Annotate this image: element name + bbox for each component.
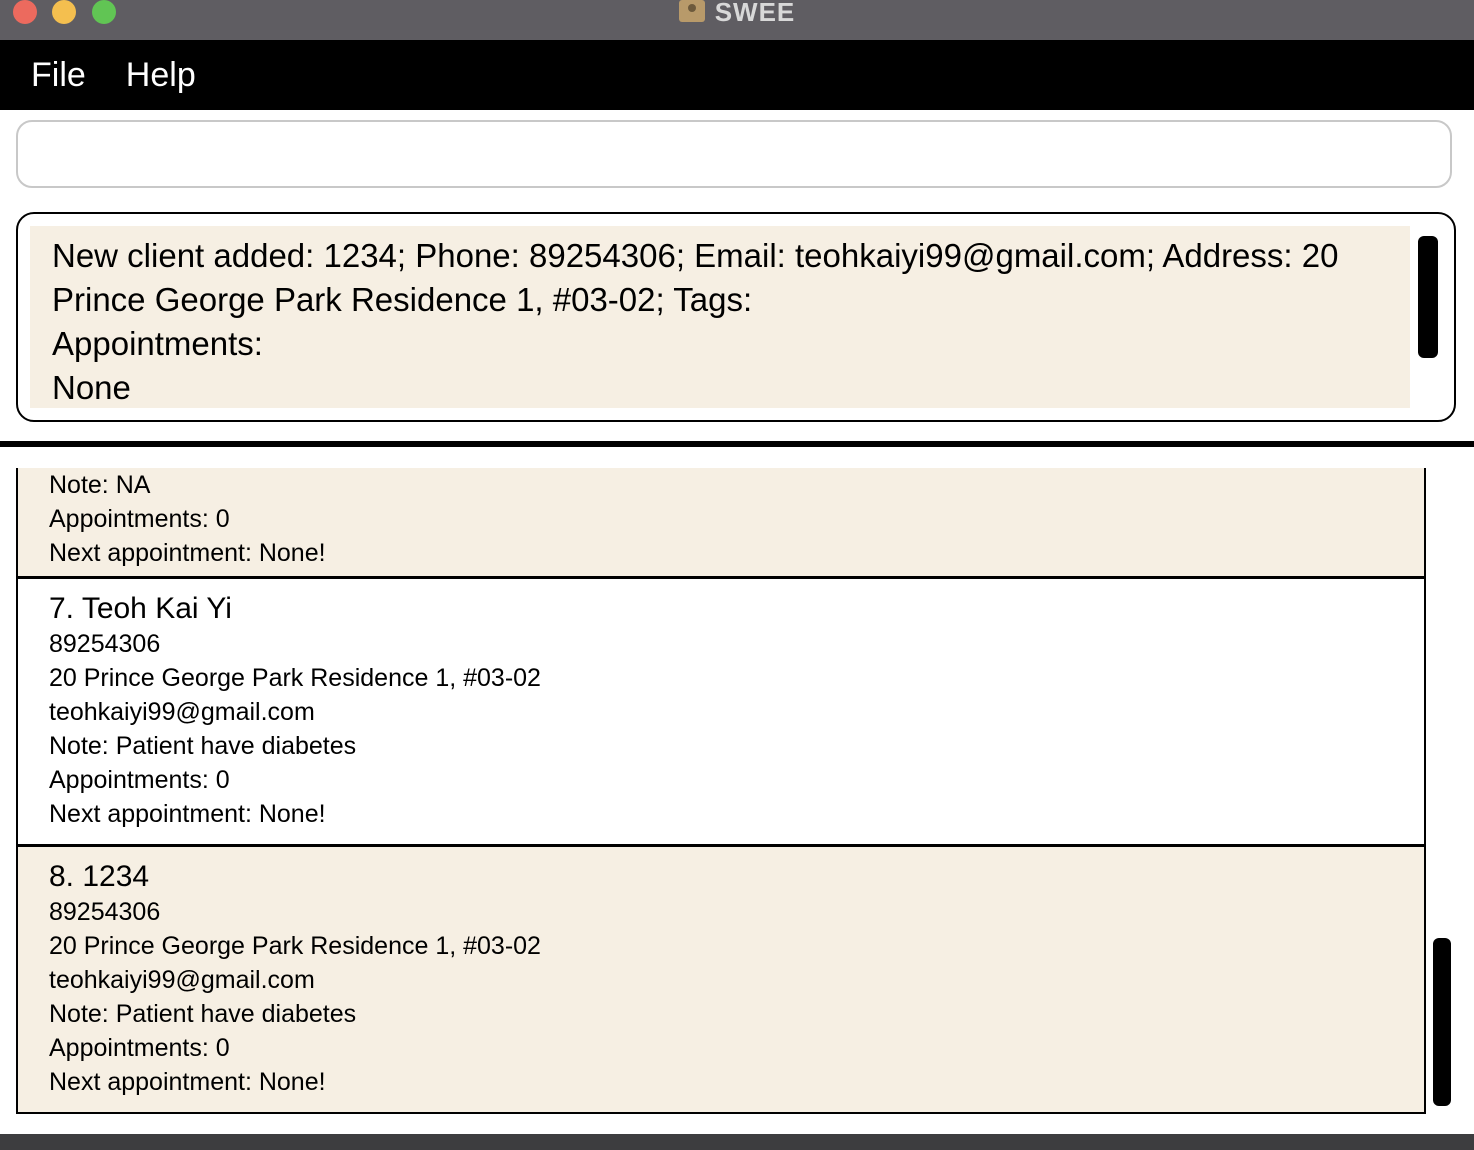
result-scrollbar[interactable] [1418, 236, 1438, 358]
client-card-8[interactable]: 8. 1234 89254306 20 Prince George Park R… [18, 847, 1424, 1112]
menu-file[interactable]: File [31, 56, 86, 95]
client-email: teohkaiyi99@gmail.com [49, 698, 315, 726]
client-card-7[interactable]: 7. Teoh Kai Yi 89254306 20 Prince George… [18, 579, 1424, 844]
client-note: Note: NA [49, 471, 151, 499]
command-input[interactable] [18, 122, 1450, 186]
client-list-scrollbar[interactable] [1433, 938, 1451, 1106]
client-name: 8. 1234 [49, 860, 150, 893]
client-address: 20 Prince George Park Residence 1, #03-0… [49, 932, 541, 960]
client-address: 20 Prince George Park Residence 1, #03-0… [49, 664, 541, 692]
command-box [16, 120, 1452, 188]
client-appointments: Appointments: 0 [49, 1034, 230, 1062]
client-note: Note: Patient have diabetes [49, 1000, 357, 1028]
client-list: Note: NA Appointments: 0 Next appointmen… [16, 468, 1426, 1114]
client-email: teohkaiyi99@gmail.com [49, 966, 315, 994]
client-appointments: Appointments: 0 [49, 766, 230, 794]
result-display: New client added: 1234; Phone: 89254306;… [16, 212, 1456, 422]
client-name: 7. Teoh Kai Yi [49, 592, 232, 625]
client-next-appointment: Next appointment: None! [49, 1068, 326, 1096]
result-text-area: New client added: 1234; Phone: 89254306;… [30, 226, 1410, 408]
section-divider [0, 441, 1474, 447]
app-icon [678, 0, 705, 22]
menu-help[interactable]: Help [126, 56, 196, 95]
window-title-group: SWEE [0, 0, 1474, 27]
client-phone: 89254306 [49, 898, 161, 926]
status-bar [0, 1134, 1474, 1150]
window-titlebar: SWEE [0, 0, 1474, 40]
result-message: New client added: 1234; Phone: 89254306;… [52, 237, 1339, 406]
client-card-6[interactable]: Note: NA Appointments: 0 Next appointmen… [18, 468, 1424, 576]
menu-bar: File Help [0, 40, 1474, 110]
client-phone: 89254306 [49, 630, 161, 658]
window-title: SWEE [714, 0, 796, 27]
client-appointments: Appointments: 0 [49, 505, 230, 533]
client-note: Note: Patient have diabetes [49, 732, 357, 760]
client-next-appointment: Next appointment: None! [49, 539, 326, 567]
client-next-appointment: Next appointment: None! [49, 800, 326, 828]
